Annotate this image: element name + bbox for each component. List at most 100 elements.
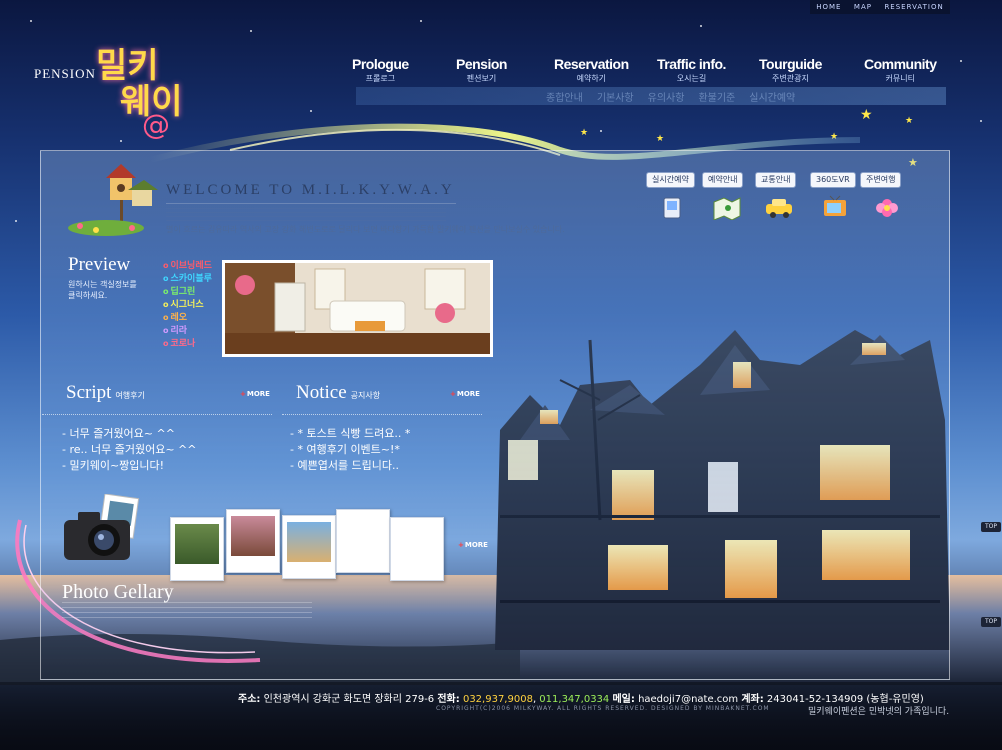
nav-sublabel: 커뮤니티 (885, 74, 915, 83)
nav-prologue[interactable]: Prologue 프롤로그 (352, 56, 409, 84)
bullet-icon: o (163, 300, 169, 309)
nav-label: Prologue (352, 56, 409, 72)
room-link-lyra[interactable]: o 리라 (163, 323, 187, 336)
faint-text-lines (166, 208, 446, 222)
room-link-evening-red[interactable]: o 이브닝레드 (163, 258, 212, 271)
room-label: 코로나 (170, 339, 196, 349)
notice-subtitle: 공지사항 (350, 391, 381, 400)
nav-reservation[interactable]: Reservation 예약하기 (554, 56, 629, 84)
thumbnail-image (231, 516, 275, 556)
pda-icon[interactable] (658, 194, 688, 220)
room-link-corona[interactable]: o 코로나 (163, 336, 195, 349)
script-list-item[interactable]: - 밀키웨이~짱입니다! (62, 457, 164, 473)
notice-list-item[interactable]: - * 여행후기 이벤트~!* (290, 441, 400, 457)
top-button[interactable]: TOP (981, 617, 1001, 627)
tel-label: 전화: (437, 694, 460, 705)
email[interactable]: haedoji7@nate.com (638, 694, 738, 705)
room-photo[interactable] (222, 260, 493, 357)
top-nav-map[interactable]: MAP (854, 3, 872, 11)
gallery-thumbnail[interactable] (282, 515, 336, 579)
room-label: 시그너스 (170, 300, 204, 310)
plus-icon: + (458, 541, 464, 549)
nav-pension[interactable]: Pension 펜션보기 (456, 56, 507, 84)
nav-sublabel: 예약하기 (576, 74, 607, 83)
nav-sublabel: 주변관광지 (772, 74, 809, 83)
quick-link-360vr[interactable]: 360도VR (810, 172, 856, 188)
nav-sublabel: 프롤로그 (365, 74, 396, 83)
quick-link-realtime-reservation[interactable]: 실시간예약 (646, 172, 695, 188)
nav-label: Community (864, 56, 937, 72)
nav-sublabel: 펜션보기 (466, 74, 497, 83)
map-icon[interactable] (712, 194, 742, 220)
room-link-cygnus[interactable]: o 시그너스 (163, 297, 204, 310)
tel-primary: 032,937,9008 (462, 694, 533, 705)
top-utility-nav: HOME MAP RESERVATION (810, 0, 950, 14)
nav-tourguide[interactable]: Tourguide 주변관광지 (759, 56, 822, 84)
thumbnail-image (175, 524, 219, 564)
top-nav-home[interactable]: HOME (816, 3, 841, 11)
address: 인천광역시 강화군 화도면 장화리 279-6 (263, 694, 435, 705)
subnav: 종합안내 기본사항 유의사항 환불기준 실시간예약 (546, 89, 795, 104)
account-label: 계좌: (741, 694, 764, 705)
gallery-thumbnail[interactable] (390, 517, 444, 581)
notice-list-item[interactable]: - * 토스트 식빵 드려요.. * (290, 425, 410, 441)
quick-link-traffic-guide[interactable]: 교통안내 (755, 172, 797, 188)
gallery-thumbnail[interactable] (336, 509, 390, 573)
more-label: MORE (464, 541, 488, 549)
nav-label: Pension (456, 56, 507, 72)
quick-link-nearby-travel[interactable]: 주변여행 (860, 172, 902, 188)
bullet-icon: o (163, 287, 169, 296)
subnav-item[interactable]: 유의사항 (648, 89, 685, 104)
subnav-item[interactable]: 환불기준 (698, 89, 735, 104)
room-photo-image (225, 263, 490, 354)
bullet-icon: o (163, 261, 169, 270)
subnav-item[interactable]: 기본사항 (597, 89, 634, 104)
room-link-leo[interactable]: o 레오 (163, 310, 187, 323)
birdhouse-icon (68, 164, 158, 236)
script-more-link[interactable]: +MORE (240, 390, 270, 398)
copyright: COPYRIGHT(C)2006 MILKYWAY. ALL RIGHTS RE… (436, 705, 770, 712)
nav-community[interactable]: Community 커뮤니티 (864, 56, 937, 84)
nav-label: Reservation (554, 56, 629, 72)
plus-icon: + (240, 390, 246, 398)
bullet-icon: o (163, 339, 169, 348)
gallery-thumbnail[interactable] (226, 509, 280, 573)
plus-icon: + (450, 390, 456, 398)
script-subtitle: 여행후기 (115, 391, 145, 400)
room-label: 이브닝레드 (170, 261, 212, 271)
mail-label: 메일: (612, 694, 635, 705)
more-label: MORE (246, 390, 270, 398)
subnav-item[interactable]: 종합안내 (546, 89, 583, 104)
script-list-item[interactable]: - re.. 너무 즐거웠어요~ ^^ (62, 441, 197, 457)
room-label: 스카이블루 (170, 274, 212, 284)
top-nav-reservation[interactable]: RESERVATION (884, 3, 943, 11)
subnav-item[interactable]: 실시간예약 (749, 89, 795, 104)
tv-icon[interactable] (820, 194, 850, 220)
camera-icon (64, 494, 140, 560)
room-label: 레오 (170, 313, 188, 323)
quick-link-reservation-guide[interactable]: 예약안내 (702, 172, 744, 188)
preview-description: 클릭하세요. (68, 291, 108, 300)
footer-slogan: 밀키웨이펜션은 민박넷의 가족입니다. (808, 707, 950, 717)
preview-description: 원하시는 객실정보를 (68, 280, 137, 289)
top-button[interactable]: TOP (981, 522, 1001, 532)
nav-label: Tourguide (759, 56, 822, 72)
welcome-subtitle: 별이 흐르는 김유따라 역사의 고장 강화 해변도로로 달리다 보면 바다향기 … (166, 225, 565, 234)
preview-title: Preview (68, 254, 131, 275)
address-label: 주소: (238, 694, 261, 705)
notice-title-text: Notice (296, 382, 347, 403)
notice-list-item[interactable]: - 예쁜엽서를 드립니다.. (290, 457, 399, 473)
gallery-thumbnail[interactable] (170, 517, 224, 581)
flower-icon[interactable] (872, 194, 902, 220)
notice-more-link[interactable]: +MORE (450, 390, 480, 398)
bullet-icon: o (163, 326, 169, 335)
bullet-icon: o (163, 313, 169, 322)
car-icon[interactable] (764, 194, 794, 220)
room-link-deep-green[interactable]: o 딥그린 (163, 284, 195, 297)
room-link-sky-blue[interactable]: o 스카이블루 (163, 271, 212, 284)
tel-mobile: 011,347,0334 (539, 694, 610, 705)
script-list-item[interactable]: - 너무 즐거웠어요~ ^^ (62, 425, 175, 441)
nav-traffic-info[interactable]: Traffic info. 오시는길 (657, 56, 726, 84)
gallery-more-link[interactable]: +MORE (458, 541, 488, 549)
thumbnail-image (287, 522, 331, 562)
